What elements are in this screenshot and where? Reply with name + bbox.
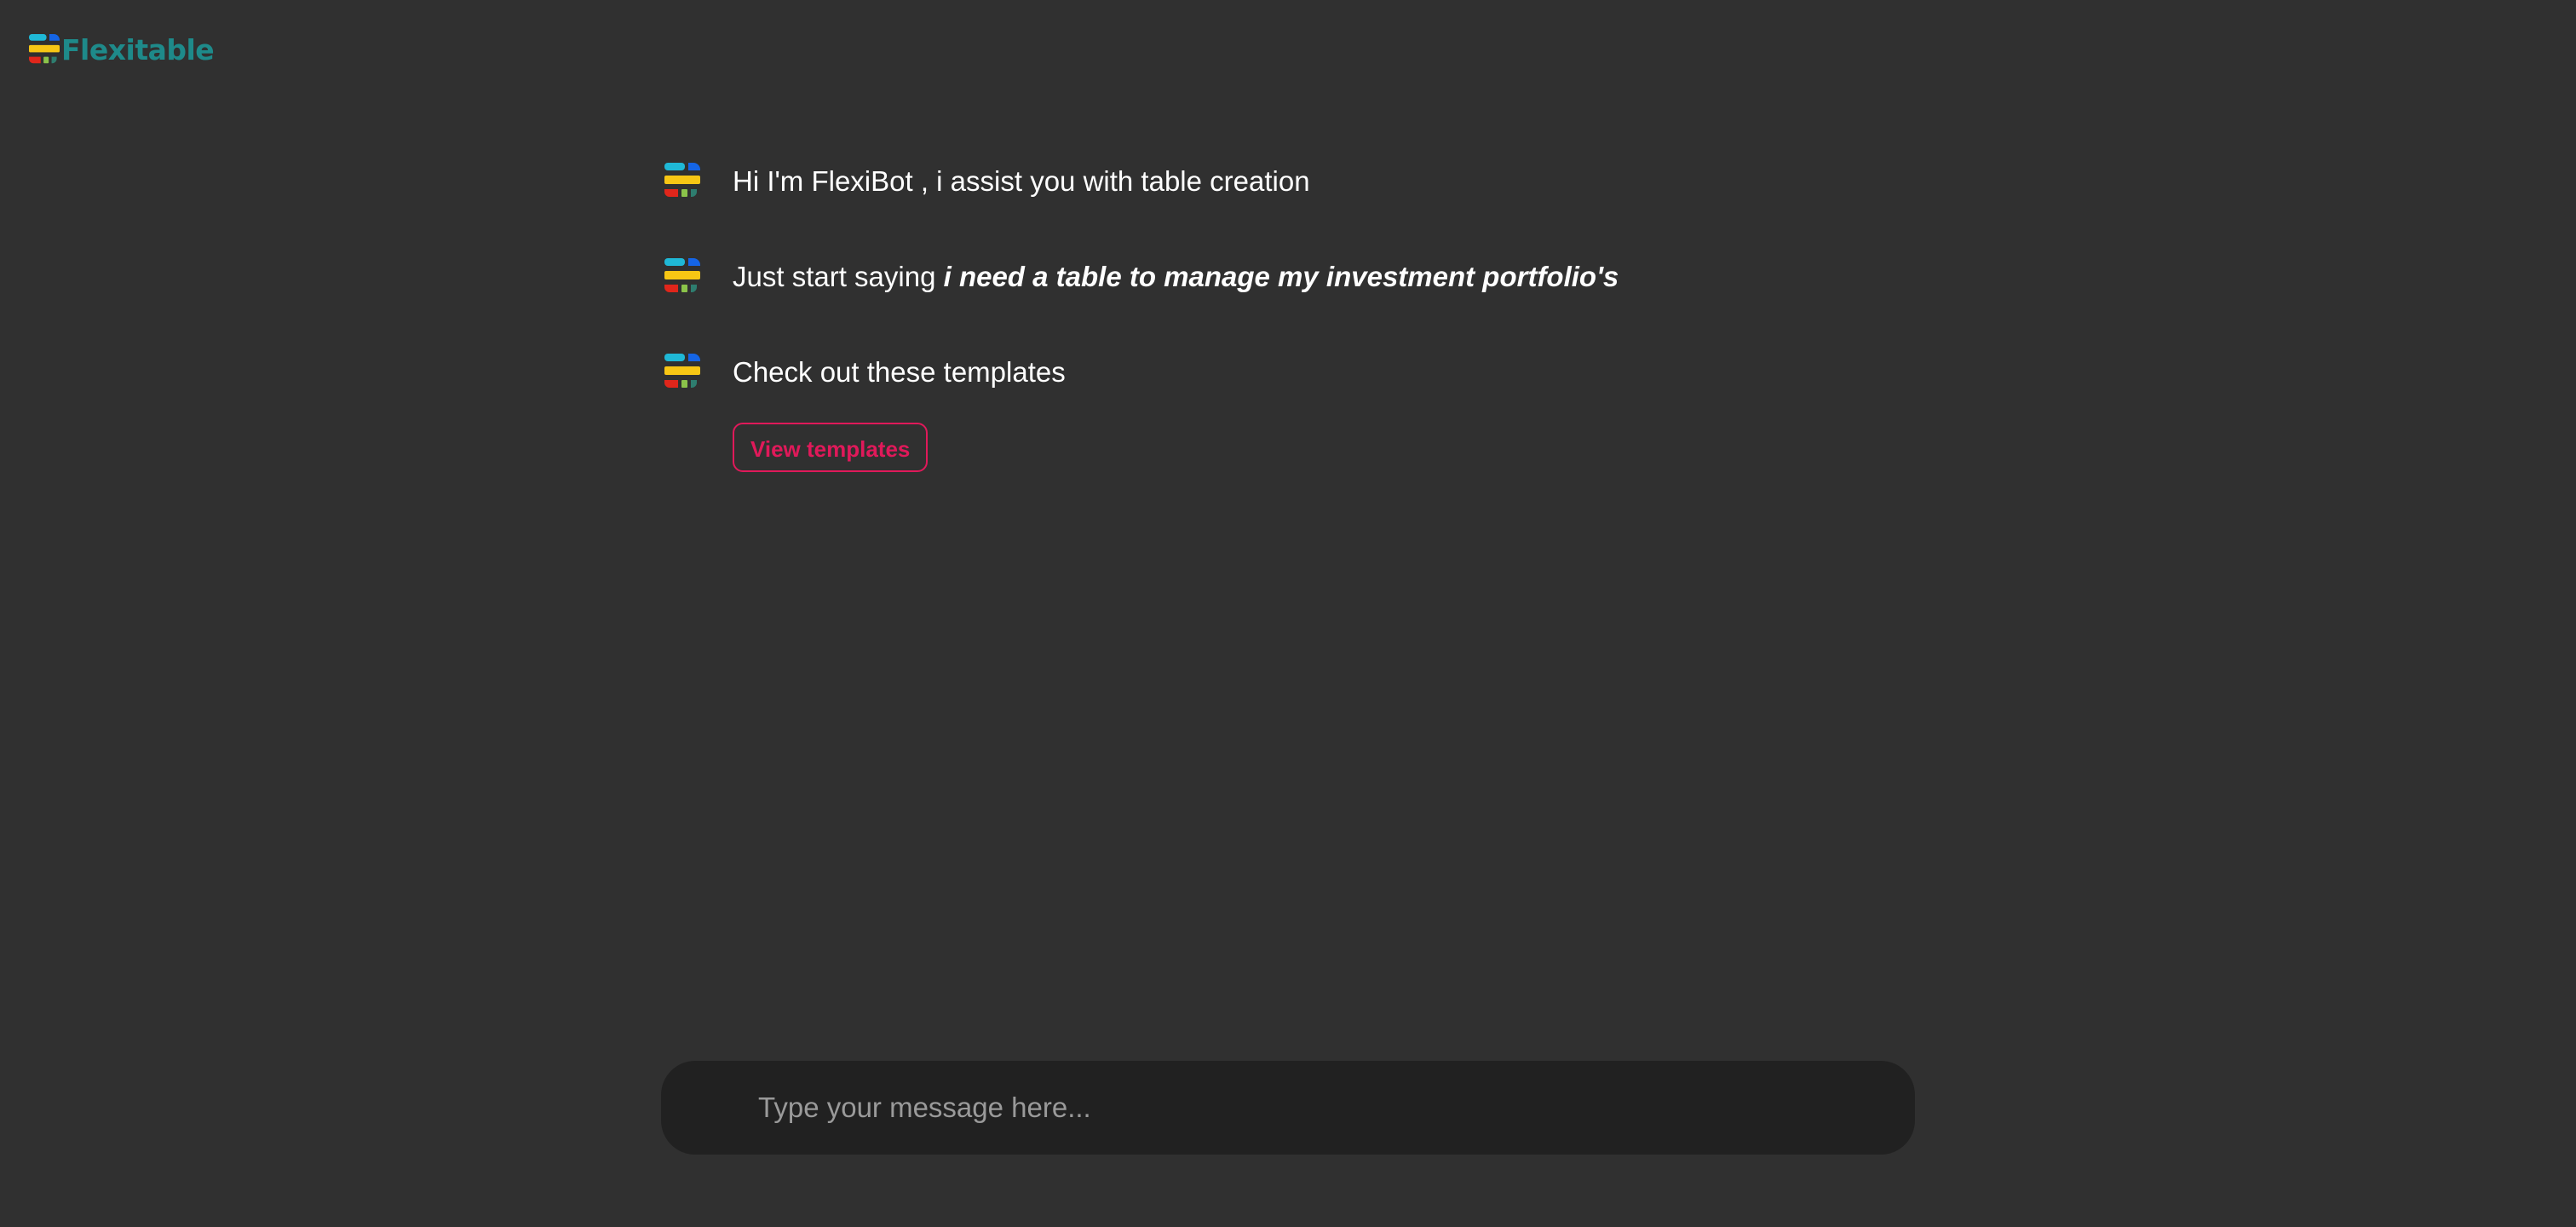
message-composer xyxy=(661,1061,1915,1155)
flexibot-avatar-icon xyxy=(664,352,700,391)
message-input[interactable] xyxy=(756,1091,1867,1125)
flexibot-avatar-icon xyxy=(664,161,700,200)
bot-message: Hi I'm FlexiBot , i assist you with tabl… xyxy=(664,160,1917,201)
flexibot-avatar-icon xyxy=(664,256,700,296)
brand-logo[interactable]: Flexitable xyxy=(29,32,215,66)
brand-name: Flexitable xyxy=(61,32,215,66)
message-lead-text: Just start saying xyxy=(733,260,944,292)
bot-message: Check out these templates xyxy=(664,351,1917,392)
flexibot-page: Flexitable Hi I'm FlexiBot , i assist yo… xyxy=(0,0,2576,1227)
view-templates-button[interactable]: View templates xyxy=(733,423,929,472)
message-actions: View templates xyxy=(664,423,1917,472)
message-text: Check out these templates xyxy=(733,355,1066,388)
example-prompt: i need a table to manage my investment p… xyxy=(943,260,1619,292)
bot-message: Just start saying i need a table to mana… xyxy=(664,256,1917,297)
message-text: Just start saying i need a table to mana… xyxy=(733,262,1619,291)
chat-thread: Hi I'm FlexiBot , i assist you with tabl… xyxy=(664,160,1917,472)
flexitable-logo-icon xyxy=(29,32,60,66)
message-text: Hi I'm FlexiBot , i assist you with tabl… xyxy=(733,164,1310,197)
